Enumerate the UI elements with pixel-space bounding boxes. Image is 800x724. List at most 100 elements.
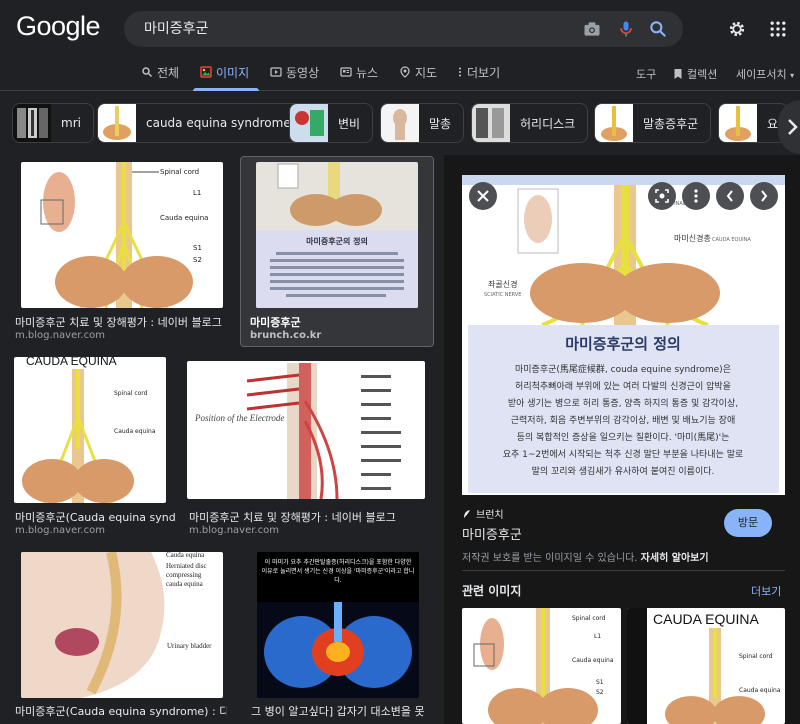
result-image-2[interactable]: 마미증후군의 정의: [256, 162, 418, 308]
spine-definition-thumbnail: 마미증후군의 정의: [256, 162, 418, 308]
previous-image-button[interactable]: [716, 182, 744, 210]
tab-maps[interactable]: 지도: [399, 64, 437, 90]
lens-icon: [655, 189, 669, 203]
tab-label: 동영상: [286, 66, 320, 80]
search-input[interactable]: [144, 11, 564, 47]
chip-cauda-equina-syndrome[interactable]: cauda equina syndrome: [97, 103, 304, 143]
label-spinal-cord: Spinal cord: [739, 653, 773, 660]
label-cauda-equina: Cauda equina: [739, 687, 781, 694]
result-image-4[interactable]: Position of the Electrode: [187, 361, 425, 499]
label-sciatic-en: SCIATIC NERVE: [484, 292, 521, 298]
google-logo[interactable]: Google: [16, 11, 101, 42]
result-source: m.blog.naver.com: [15, 330, 105, 341]
label-s2: S2: [596, 689, 604, 696]
microphone-icon[interactable]: [616, 19, 636, 39]
result-title[interactable]: 마미증후군: [250, 314, 428, 330]
header: Google: [0, 0, 800, 58]
chip-cauda-equina-ko[interactable]: 말총증후군: [594, 103, 712, 143]
close-button[interactable]: [469, 182, 497, 210]
camera-icon[interactable]: [582, 19, 602, 39]
chip-constipation[interactable]: 변비: [289, 103, 374, 143]
result-image-1[interactable]: Spinal cord L1 Cauda equina S1 S2: [21, 162, 223, 308]
label-cauda-equina: Cauda equina: [114, 428, 156, 435]
definition-line: 허리척추뼈아래 부위에 있는 여러 다발의 신경근이 압박을: [515, 380, 731, 392]
collections-button[interactable]: 컬렉션: [673, 66, 717, 82]
more-vert-icon: [459, 67, 461, 77]
tab-news[interactable]: 뉴스: [340, 64, 378, 90]
result-image-3[interactable]: CAUDA EQUINA Spinal cord Cauda equina: [14, 357, 166, 503]
result-title[interactable]: 마미증후군(Cauda equina syndrome) : 디스크...: [15, 703, 227, 719]
definition-line: 근력저하, 회음 주변부위의 감각이상, 배변 및 배뇨기능 장애: [511, 414, 735, 426]
tools-button[interactable]: 도구: [636, 66, 656, 82]
panel-source[interactable]: 브런치: [462, 506, 504, 521]
related-image-2[interactable]: CAUDA EQUINA Spinal cord Cauda equina: [627, 608, 785, 724]
chevron-right-icon: [788, 119, 798, 135]
chip-thumbnail: [13, 104, 51, 142]
search-icon: [142, 67, 153, 78]
image-icon: [200, 66, 212, 78]
divider: [462, 570, 785, 571]
more-options-button[interactable]: [682, 182, 710, 210]
result-image-6[interactable]: 이 마미가 요추 추간판탈출증(허리디스크)을 포함한 다양한 이유로 눌리면서…: [257, 552, 419, 698]
bookmark-icon: [674, 69, 682, 79]
chip-thumbnail: [595, 104, 633, 142]
lens-search-button[interactable]: [648, 182, 676, 210]
visit-button[interactable]: 방문: [724, 509, 772, 537]
chip-herniated-disc[interactable]: 허리디스크: [471, 103, 589, 143]
search-icon[interactable]: [648, 19, 668, 39]
label-electrode: Position of the Electrode: [194, 413, 284, 423]
brunch-logo-icon: [464, 509, 470, 518]
search-box[interactable]: [124, 11, 683, 47]
apps-grid-icon[interactable]: [768, 19, 788, 39]
chip-thumbnail: [472, 104, 510, 142]
related-images-heading: 관련 이미지: [462, 584, 522, 598]
tab-videos[interactable]: 동영상: [270, 64, 319, 90]
tab-label: 전체: [157, 66, 180, 80]
safesearch-label: 세이프서치: [736, 68, 787, 81]
close-icon: [477, 190, 489, 202]
panel-source-name: 브런치: [476, 510, 504, 521]
label-cauda: cauda equina: [166, 580, 204, 588]
tab-more[interactable]: 더보기: [457, 64, 500, 90]
chip-label: 말총: [429, 116, 452, 131]
label-spinal-cord: Spinal cord: [572, 615, 606, 622]
label-sciatic-ko: 좌골신경: [488, 279, 517, 289]
definition-heading: 마미증후군의 정의: [565, 335, 681, 353]
tab-label: 더보기: [467, 66, 501, 80]
panel-title[interactable]: 마미증후군: [462, 524, 522, 543]
label-s2: S2: [193, 256, 202, 264]
chip-mri[interactable]: mri: [12, 103, 94, 143]
label-s1: S1: [596, 679, 604, 686]
search-tabs: 전체 이미지 동영상 뉴스 지도 더보기 도구 컬렉션 세이프서치 ▾: [0, 58, 800, 91]
cauda-equina-definition-image: 척수 SPINAL CORD 마미신경총 CAUDA EQUINA 좌골신경 S…: [462, 175, 785, 495]
chevron-down-icon: ▾: [790, 71, 795, 80]
next-image-button[interactable]: [750, 182, 778, 210]
label-spinal-cord: Spinal cord: [114, 390, 148, 397]
result-image-5[interactable]: Cauda equina Herniated disc compressing …: [21, 552, 223, 698]
learn-more-link[interactable]: 자세히 알아보기: [641, 553, 709, 564]
chip-thumbnail: [381, 104, 419, 142]
chip-thumbnail: [290, 104, 328, 142]
pelvis-xray-news-image: 이 마미가 요추 추간판탈출증(허리디스크)을 포함한 다양한 이유로 눌리면서…: [257, 552, 419, 698]
result-title[interactable]: 그 병이 알고싶다] 갑자기 대소변을 못 ...: [251, 703, 429, 719]
more-vert-icon: [694, 189, 698, 203]
safesearch-button[interactable]: 세이프서치 ▾: [736, 66, 794, 82]
label-l1: L1: [594, 633, 601, 640]
related-more-link[interactable]: 더보기: [751, 583, 781, 599]
thumbnail-heading: 마미증후군의 정의: [306, 236, 368, 246]
definition-line: 요추 1~2번에서 시작되는 척추 신경 말단 부분을 나타내는 말로: [503, 448, 744, 460]
label-cauda-equina: Cauda equina: [572, 657, 614, 664]
gear-icon[interactable]: [727, 19, 747, 39]
result-title[interactable]: 마미증후군 치료 및 장해평가 : 네이버 블로그: [189, 509, 429, 525]
result-title[interactable]: 마미증후군 치료 및 장해평가 : 네이버 블로그: [15, 314, 225, 330]
electrode-position-illustration: Position of the Electrode: [187, 361, 425, 499]
tab-images[interactable]: 이미지: [200, 64, 249, 90]
tab-all[interactable]: 전체: [141, 64, 179, 90]
related-image-1[interactable]: Spinal cord L1 Cauda equina S1 S2: [462, 608, 621, 724]
copyright-text: 저작권 보호를 받는 이미지일 수 있습니다.: [462, 553, 638, 564]
chip-horsetail[interactable]: 말총: [380, 103, 465, 143]
tab-label: 지도: [415, 66, 438, 80]
label-l1: L1: [193, 189, 201, 197]
result-title[interactable]: 마미증후군(Cauda equina syndr...: [15, 509, 175, 525]
preview-image[interactable]: 척수 SPINAL CORD 마미신경총 CAUDA EQUINA 좌골신경 S…: [462, 175, 785, 495]
